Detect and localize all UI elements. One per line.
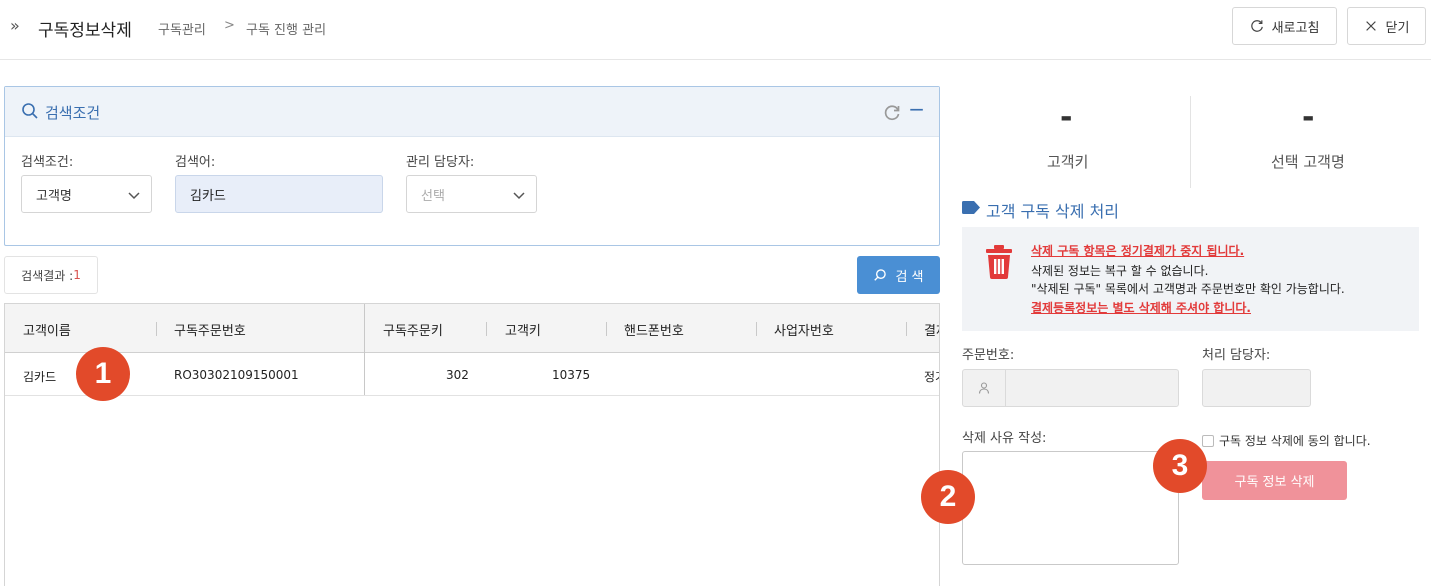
delete-button-label: 구독 정보 삭제 <box>1234 475 1315 490</box>
page-title: 구독정보삭제 <box>38 21 132 41</box>
customer-key-value: - <box>1060 100 1073 135</box>
order-no-prefix <box>962 369 1006 407</box>
user-icon <box>978 382 990 394</box>
column-header[interactable]: 고객이름 <box>23 320 71 339</box>
result-label: 검색결과 : <box>21 268 74 283</box>
condition-select[interactable]: 고객명 <box>21 175 152 213</box>
cell-order-key: 302 <box>446 368 469 382</box>
step-badge: 2 <box>921 470 975 524</box>
customer-name-value: - <box>1302 100 1315 135</box>
condition-label: 검색조건: <box>21 155 74 170</box>
result-count: 검색결과 : 1 <box>4 256 98 294</box>
keyword-input[interactable]: 김카드 <box>175 175 383 213</box>
cell-customer-key: 10375 <box>552 368 591 382</box>
reset-icon[interactable] <box>883 104 901 122</box>
column-header[interactable]: 사업자번호 <box>774 320 834 339</box>
result-count-number: 1 <box>73 268 81 282</box>
column-header[interactable]: 구독주문번호 <box>174 320 246 339</box>
top-bar: » 구독정보삭제 구독관리 > 구독 진행 관리 새로고침 닫기 <box>0 0 1431 60</box>
close-label: 닫기 <box>1385 20 1410 36</box>
grid-header: 고객이름 구독주문번호 구독주문키 고객키 핸드폰번호 사업자번호 결제 <box>5 304 939 353</box>
order-no-label: 주문번호: <box>962 348 1015 363</box>
column-divider[interactable] <box>486 322 487 336</box>
expand-chevron-icon[interactable]: » <box>10 16 20 35</box>
column-divider[interactable] <box>906 322 907 336</box>
agree-checkbox[interactable] <box>1202 434 1214 447</box>
column-divider[interactable] <box>606 322 607 336</box>
chevron-down-icon <box>513 192 525 200</box>
column-divider[interactable] <box>156 322 157 336</box>
column-header[interactable]: 핸드폰번호 <box>624 320 684 339</box>
cell-order-no: RO30302109150001 <box>174 368 299 382</box>
step-badge: 3 <box>1153 439 1207 493</box>
customer-name-label: 선택 고객명 <box>1271 153 1345 171</box>
order-no-field <box>1005 369 1179 407</box>
refresh-label: 새로고침 <box>1271 20 1320 36</box>
condition-value: 고객명 <box>36 188 72 204</box>
cell-name: 김카드 <box>23 370 57 384</box>
chevron-down-icon <box>128 192 140 200</box>
close-icon <box>1365 21 1376 31</box>
delete-reason-textarea[interactable] <box>962 451 1179 565</box>
reason-label: 삭제 사유 작성: <box>962 431 1047 446</box>
agree-label: 구독 정보 삭제에 동의 합니다. <box>1219 434 1371 448</box>
search-panel-title: 검색조건 <box>45 104 101 122</box>
keyword-label: 검색어: <box>175 155 216 170</box>
search-panel-header: 검색조건 − <box>5 87 939 137</box>
breadcrumb-item[interactable]: 구독관리 <box>158 19 206 38</box>
delete-section-title: 고객 구독 삭제 처리 <box>986 202 1120 221</box>
collapse-icon[interactable]: − <box>908 99 925 119</box>
search-icon <box>874 269 887 281</box>
processor-label: 처리 담당자: <box>1202 348 1271 363</box>
search-button[interactable]: 검 색 <box>857 256 940 294</box>
refresh-button[interactable]: 새로고침 <box>1232 7 1337 45</box>
manager-label: 관리 담당자: <box>406 155 475 170</box>
search-icon <box>22 103 38 119</box>
agree-checkbox-row[interactable]: 구독 정보 삭제에 동의 합니다. <box>1202 432 1371 449</box>
column-header[interactable]: 결제 <box>924 320 939 339</box>
stat-divider <box>1190 96 1191 188</box>
search-button-label: 검 색 <box>895 269 924 285</box>
notice-line: 삭제된 정보는 복구 할 수 없습니다. <box>1031 264 1209 278</box>
notice-line: "삭제된 구독" 목록에서 고객명과 주문번호만 확인 가능합니다. <box>1031 282 1345 296</box>
manager-select[interactable]: 선택 <box>406 175 537 213</box>
tag-icon <box>962 201 980 214</box>
cell-pay: 정기 <box>924 370 939 384</box>
trash-icon <box>986 245 1012 279</box>
breadcrumb-item[interactable]: 구독 진행 관리 <box>246 19 326 38</box>
table-row[interactable]: 김카드 RO30302109150001 302 10375 정기 <box>5 354 939 396</box>
delete-notice: 삭제 구독 항목은 정기결제가 중지 됩니다. 삭제된 정보는 복구 할 수 없… <box>962 227 1419 331</box>
step-badge: 1 <box>76 347 130 401</box>
search-panel: 검색조건 − 검색조건: 고객명 검색어: 김카드 관리 담당자: 선택 <box>4 86 940 246</box>
column-header[interactable]: 고객키 <box>505 320 541 339</box>
breadcrumb-separator-icon: > <box>224 18 235 33</box>
processor-field <box>1202 369 1311 407</box>
notice-line-warning: 삭제 구독 항목은 정기결제가 중지 됩니다. <box>1031 244 1245 258</box>
result-grid: 고객이름 구독주문번호 구독주문키 고객키 핸드폰번호 사업자번호 결제 김카드… <box>4 303 940 586</box>
column-divider[interactable] <box>756 322 757 336</box>
close-button[interactable]: 닫기 <box>1347 7 1426 45</box>
notice-line-warning: 결제등록정보는 별도 삭제해 주셔야 합니다. <box>1031 301 1251 315</box>
refresh-icon <box>1250 20 1263 32</box>
customer-key-label: 고객키 <box>1047 153 1089 171</box>
column-header[interactable]: 구독주문키 <box>383 320 443 339</box>
manager-placeholder: 선택 <box>421 188 445 204</box>
keyword-value: 김카드 <box>190 188 226 204</box>
delete-subscription-button[interactable]: 구독 정보 삭제 <box>1202 461 1347 500</box>
